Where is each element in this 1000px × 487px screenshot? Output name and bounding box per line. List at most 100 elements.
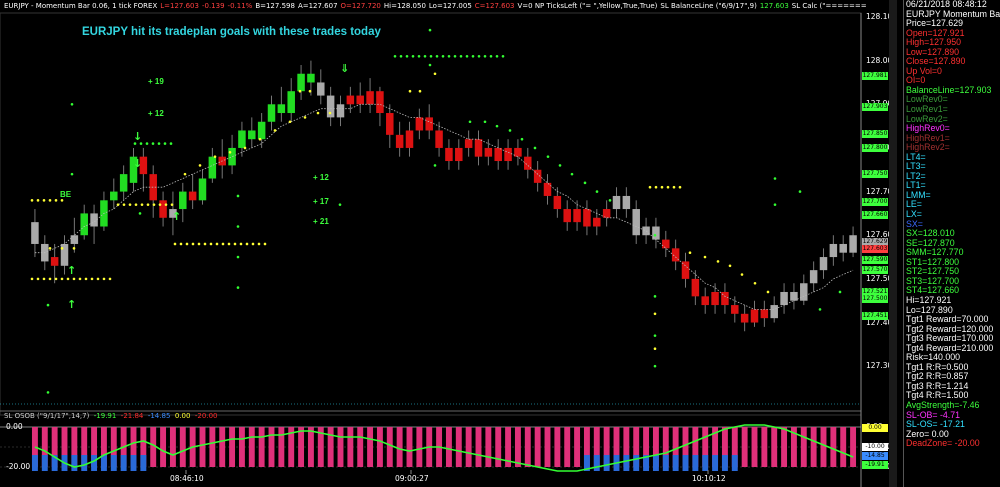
candle-body [395, 134, 404, 148]
signal-dot [72, 247, 76, 250]
target-dot [660, 185, 664, 189]
signal-dot [298, 89, 302, 93]
target-dot [191, 242, 195, 246]
signal-dot [236, 255, 240, 259]
target-dot [78, 277, 82, 281]
candle-body [642, 226, 650, 236]
data-window-row: ST1=127.800 [906, 257, 960, 267]
indicator-value-5: -20.00 [194, 412, 218, 420]
candle-body [464, 139, 473, 148]
candle-body [632, 209, 640, 236]
stop-dot [495, 54, 499, 58]
signal-dot [60, 247, 64, 250]
stop-dot [583, 181, 587, 185]
data-window-row: Close=127.890 [906, 57, 966, 67]
target-dot [251, 242, 255, 246]
data-window-row: Tgt1 Reward=70.000 [906, 315, 989, 325]
histogram-bar-blue [682, 455, 689, 471]
signal-dot [236, 225, 240, 228]
trail-dot [198, 164, 202, 167]
histogram-bar [544, 427, 551, 467]
candle-body [267, 104, 276, 122]
data-window-row: ST2=127.750 [906, 267, 960, 277]
down-arrow-icon: ↓ [133, 157, 143, 170]
main-pane-frame [0, 12, 862, 416]
histogram-bar-blue [652, 455, 659, 471]
down-arrow-icon: ↓ [133, 130, 143, 143]
signal-dot [70, 172, 74, 176]
stop-dot [508, 129, 512, 132]
trade-label: BE [60, 190, 72, 199]
candle-body [31, 222, 39, 244]
price-level-box: 127.903 [862, 103, 888, 111]
data-window-row: Tgt4 R:R=1.500 [906, 391, 969, 401]
histogram-bar-blue [633, 455, 640, 471]
trail-dot [766, 290, 770, 294]
target-dot [60, 199, 64, 202]
stop-dot [471, 54, 475, 58]
candle-body [405, 130, 414, 148]
target-dot [66, 277, 70, 281]
candle-body [514, 147, 522, 157]
histogram-bar [386, 427, 393, 467]
histogram-bar-blue [31, 455, 38, 471]
data-window-row: High=127.950 [906, 38, 962, 48]
candle-body [277, 104, 286, 114]
candle-body [80, 213, 88, 236]
candle-body [711, 291, 719, 306]
histogram-bar [268, 427, 275, 467]
stop-dot [570, 172, 574, 176]
vertical-scrollbar[interactable] [889, 0, 897, 487]
signal-dot [70, 102, 74, 106]
candle-body [455, 147, 463, 162]
target-dot [227, 242, 231, 246]
data-window-row: Up Vol=0 [906, 66, 942, 76]
signal-dot [308, 89, 312, 93]
stop-dot [558, 164, 562, 167]
target-dot [54, 199, 58, 202]
target-dot [90, 277, 94, 281]
stop-dot [163, 142, 167, 145]
histogram-bar [396, 427, 403, 467]
data-window-row: SX=128.010 [906, 229, 955, 239]
oscillator-level-box: -14.85 [862, 452, 888, 460]
histogram-bar [564, 427, 571, 467]
trail-dot [243, 146, 247, 150]
histogram-bar-blue [662, 455, 669, 471]
chart-area[interactable]: EURJPY - Momentum Bar 0.06, 1 tick FOREX… [0, 0, 900, 487]
data-window-row: Risk=140.000 [906, 353, 961, 363]
target-dot [36, 277, 40, 281]
candle-body [415, 117, 424, 131]
candle-body [386, 113, 394, 135]
stop-dot [546, 155, 550, 158]
indicator-value-3: -14.85 [147, 412, 171, 420]
histogram-bar [554, 427, 561, 467]
candle-body [780, 291, 788, 306]
histogram-bar-blue [110, 455, 117, 471]
signal-dot [48, 247, 52, 250]
stop-dot [393, 54, 397, 58]
histogram-bar [347, 427, 354, 467]
oscillator-level-box: -19.91 [862, 461, 888, 469]
candle-body [563, 209, 571, 223]
signal-dot [653, 347, 657, 351]
data-window-row: LX= [906, 210, 922, 220]
candle-body [740, 313, 749, 323]
target-dot [84, 277, 88, 281]
target-dot [185, 242, 189, 246]
candle-body [750, 309, 759, 323]
stop-dot [151, 142, 155, 145]
candle-body [790, 291, 798, 301]
histogram-bar-blue [712, 455, 719, 471]
price-level-box: 127.750 [862, 170, 888, 178]
stop-dot [495, 124, 499, 128]
target-dot [42, 199, 46, 202]
data-window-row: LE= [906, 200, 922, 210]
data-window-row: HighRev1= [906, 133, 950, 143]
histogram-bar [160, 427, 167, 467]
candle-body [583, 209, 591, 227]
trail-dot [688, 251, 692, 254]
stop-dot [483, 120, 487, 124]
data-window-row: SL-OB= -4.71 [906, 410, 961, 420]
candle-body [110, 191, 118, 201]
